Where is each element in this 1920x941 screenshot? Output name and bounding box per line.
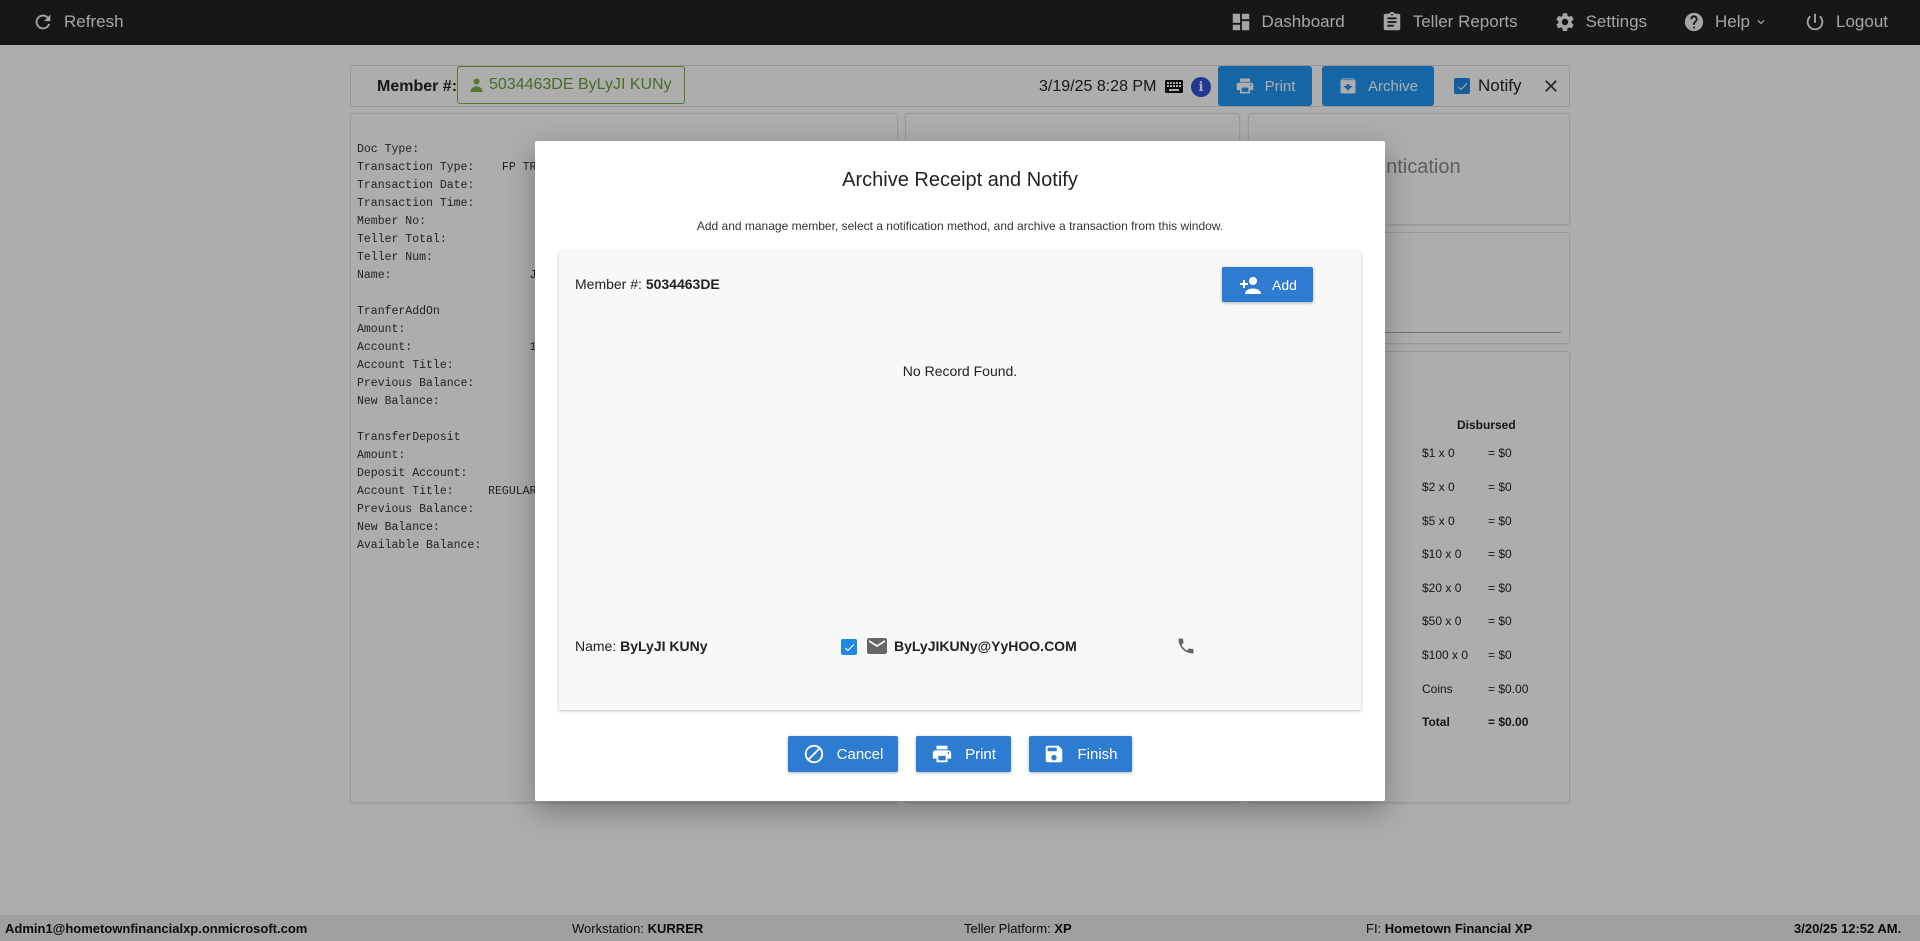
no-record-message: No Record Found. xyxy=(902,363,1018,379)
mail-icon xyxy=(867,638,887,654)
cancel-label: Cancel xyxy=(836,745,884,763)
add-member-button[interactable]: Add xyxy=(1222,267,1313,302)
dialog-actions: Cancel Print Finish xyxy=(535,736,1385,772)
contact-email: ByLyJIKUNy@YyHOO.COM xyxy=(894,638,1077,654)
dialog-subtitle: Add and manage member, select a notifica… xyxy=(696,219,1224,233)
cancel-icon xyxy=(804,744,823,764)
check-icon xyxy=(844,643,854,651)
member-number-label: Member #: xyxy=(575,276,642,292)
email-notify-checkbox[interactable] xyxy=(841,639,857,655)
printer-icon xyxy=(932,745,952,763)
print-label: Print xyxy=(965,745,996,763)
add-person-icon xyxy=(1240,276,1262,294)
phone-icon[interactable] xyxy=(1176,636,1196,656)
print-button[interactable]: Print xyxy=(916,736,1011,772)
contact-name-value: ByLyJI KUNy xyxy=(620,638,708,654)
contact-name: Name: ByLyJI KUNy xyxy=(575,638,708,654)
member-number-value: 5034463DE xyxy=(645,276,720,292)
finish-button[interactable]: Finish xyxy=(1029,736,1132,772)
finish-label: Finish xyxy=(1077,745,1118,763)
dialog-title: Archive Receipt and Notify xyxy=(842,169,1078,191)
add-member-label: Add xyxy=(1272,276,1297,293)
member-number: Member #: 5034463DE xyxy=(575,276,720,292)
contact-name-label: Name: xyxy=(575,638,617,654)
member-card: Member #: 5034463DE Add No Record Found.… xyxy=(559,251,1361,710)
save-icon xyxy=(1046,745,1063,763)
archive-notify-dialog: Archive Receipt and Notify Add and manag… xyxy=(535,141,1385,801)
cancel-button[interactable]: Cancel xyxy=(788,736,898,772)
